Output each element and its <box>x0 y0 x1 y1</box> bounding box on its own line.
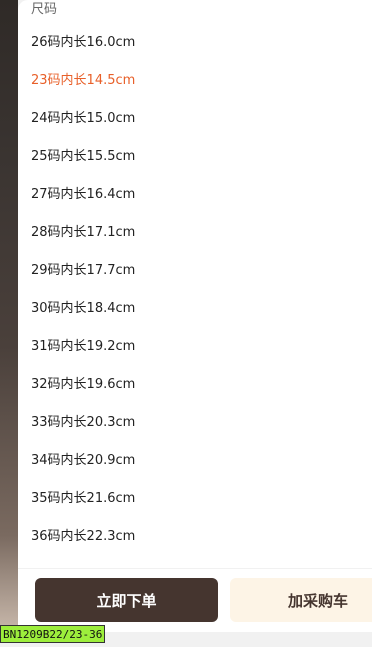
size-option[interactable]: 32码内长19.6cm <box>18 366 372 404</box>
size-option-list: 26码内长16.0cm 23码内长14.5cm 24码内长15.0cm 25码内… <box>18 24 372 556</box>
size-option[interactable]: 26码内长16.0cm <box>18 24 372 62</box>
size-option-selected[interactable]: 23码内长14.5cm <box>18 62 372 100</box>
buy-now-button[interactable]: 立即下单 <box>35 578 218 622</box>
size-option[interactable]: 29码内长17.7cm <box>18 252 372 290</box>
add-to-cart-button[interactable]: 加采购车 <box>230 578 372 622</box>
size-option[interactable]: 36码内长22.3cm <box>18 518 372 556</box>
size-option[interactable]: 33码内长20.3cm <box>18 404 372 442</box>
bottom-action-bar: 立即下单 加采购车 <box>18 569 372 632</box>
size-option[interactable]: 35码内长21.6cm <box>18 480 372 518</box>
sku-code-label: BN1209B22/23-36 <box>0 625 106 643</box>
size-option[interactable]: 24码内长15.0cm <box>18 100 372 138</box>
size-selection-panel: 尺码 26码内长16.0cm 23码内长14.5cm 24码内长15.0cm 2… <box>18 0 372 568</box>
size-option[interactable]: 25码内长15.5cm <box>18 138 372 176</box>
size-option[interactable]: 30码内长18.4cm <box>18 290 372 328</box>
size-option[interactable]: 34码内长20.9cm <box>18 442 372 480</box>
size-option[interactable]: 27码内长16.4cm <box>18 176 372 214</box>
size-section-title: 尺码 <box>31 2 58 17</box>
background-product-image-edge <box>0 0 18 630</box>
size-option[interactable]: 28码内长17.1cm <box>18 214 372 252</box>
size-option[interactable]: 31码内长19.2cm <box>18 328 372 366</box>
